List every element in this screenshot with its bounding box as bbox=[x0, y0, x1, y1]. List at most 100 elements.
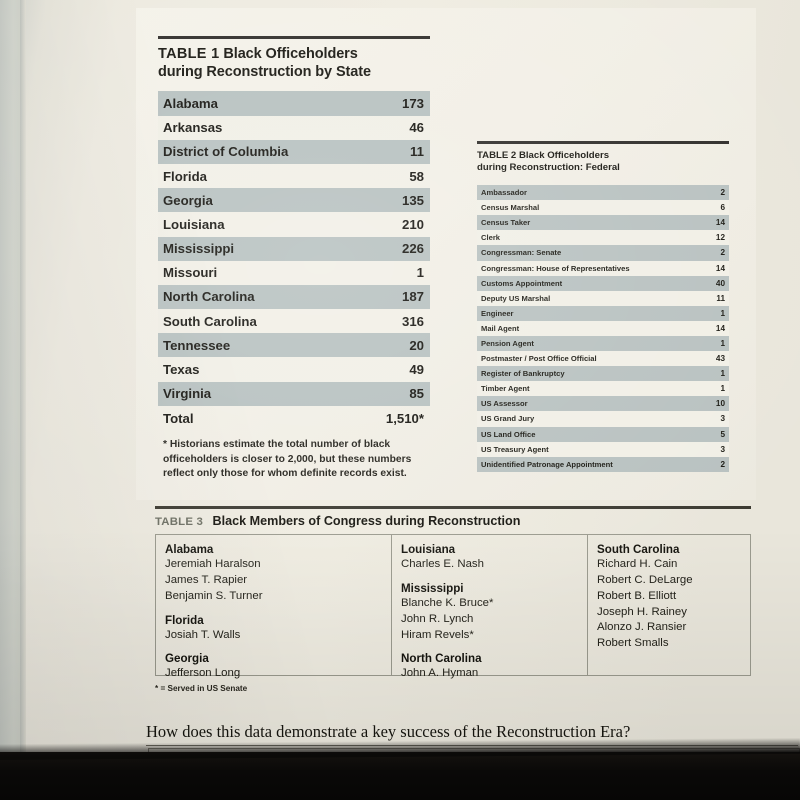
table-row: Louisiana 210 bbox=[158, 212, 430, 237]
member-name: John R. Lynch bbox=[401, 612, 474, 625]
table-1: TABLE 1 Black Officeholders during Recon… bbox=[158, 36, 430, 482]
state-name: Missouri bbox=[163, 265, 218, 281]
table-row: Mississippi 226 bbox=[158, 236, 430, 261]
table-row: Deputy US Marshal 11 bbox=[477, 290, 729, 306]
state-name: Tennessee bbox=[163, 337, 231, 353]
table-row: Pension Agent 1 bbox=[477, 335, 729, 352]
state-count: 187 bbox=[401, 289, 424, 305]
office-name: Pension Agent bbox=[481, 339, 534, 349]
state-group: Louisiana Charles E. Nash bbox=[401, 543, 587, 573]
table-row: Postmaster / Post Office Official 43 bbox=[477, 351, 729, 367]
table-row: Texas 49 bbox=[158, 357, 430, 382]
member-name: Benjamin S. Turner bbox=[165, 589, 263, 602]
member-name: Robert C. DeLarge bbox=[597, 574, 693, 587]
office-name: Mail Agent bbox=[481, 323, 520, 333]
state-name: South Carolina bbox=[163, 313, 257, 329]
state-heading: Louisiana bbox=[401, 543, 456, 557]
office-count: 2 bbox=[720, 248, 725, 258]
table-row: District of Columbia 11 bbox=[158, 139, 430, 164]
table-3-column: South Carolina Richard H. Cain Robert C. D… bbox=[588, 535, 750, 675]
office-name: Register of Bankruptcy bbox=[481, 369, 565, 379]
table-2-title-line2: during Reconstruction: Federal bbox=[477, 161, 620, 173]
table-row: Congressman: House of Representatives 14 bbox=[477, 260, 729, 276]
table-row: Florida 58 bbox=[158, 163, 430, 189]
page-left-fold bbox=[20, 0, 26, 752]
table-1-total-row: Total 1,510* bbox=[158, 407, 430, 431]
state-count: 46 bbox=[409, 120, 424, 136]
state-name: Texas bbox=[163, 362, 200, 378]
table-1-title-line1: Black Officeholders bbox=[223, 46, 358, 62]
table-row: Congressman: Senate 2 bbox=[477, 245, 729, 261]
office-name: Timber Agent bbox=[481, 384, 530, 394]
table-row: Missouri 1 bbox=[158, 260, 430, 285]
office-name: Unidentified Patronage Appointment bbox=[481, 459, 613, 469]
table-2-title-line1: Black Officeholders bbox=[518, 149, 610, 161]
member-name: Hiram Revels* bbox=[401, 628, 474, 641]
member-name: Robert B. Elliott bbox=[597, 589, 677, 602]
table-row: US Land Office 5 bbox=[477, 426, 729, 442]
office-name: Customs Appointment bbox=[481, 278, 563, 288]
table-2-label: TABLE 2 bbox=[477, 149, 517, 161]
textbook-page: TABLE 1 Black Officeholders during Recon… bbox=[0, 0, 800, 761]
table-row: Unidentified Patronage Appointment 2 bbox=[477, 456, 729, 472]
office-count: 11 bbox=[716, 293, 725, 303]
table-row: Alabama 173 bbox=[158, 91, 430, 116]
office-count: 1 bbox=[720, 339, 725, 349]
table-row: Engineer 1 bbox=[477, 305, 729, 321]
table-row: Customs Appointment 40 bbox=[477, 275, 729, 291]
office-name: US Assessor bbox=[481, 399, 528, 409]
state-group: South Carolina Richard H. Cain Robert C. D… bbox=[597, 543, 750, 651]
table-2-rows: Ambassador 2 Census Marshal 6 Census Taker 14… bbox=[477, 185, 729, 472]
office-count: 12 bbox=[715, 233, 725, 243]
table-row: Census Taker 14 bbox=[477, 215, 729, 231]
office-name: Census Taker bbox=[481, 218, 531, 228]
office-name: Postmaster / Post Office Official bbox=[481, 354, 597, 364]
table-row: US Treasury Agent 3 bbox=[477, 441, 729, 457]
table-row: South Carolina 316 bbox=[158, 309, 430, 334]
state-count: 11 bbox=[410, 144, 424, 160]
table-row: North Carolina 187 bbox=[158, 284, 430, 310]
member-name: John A. Hyman bbox=[401, 667, 479, 680]
table-row: Clerk 12 bbox=[477, 230, 729, 246]
table-row: Register of Bankruptcy 1 bbox=[477, 366, 729, 382]
member-name: Robert Smalls bbox=[597, 637, 669, 650]
member-name: Josiah T. Walls bbox=[165, 628, 241, 641]
state-heading: Georgia bbox=[165, 652, 209, 666]
table-row: Census Marshal 6 bbox=[477, 200, 729, 216]
office-name: Deputy US Marshal bbox=[481, 293, 551, 303]
state-count: 135 bbox=[401, 192, 424, 208]
state-group: Florida Josiah T. Walls bbox=[165, 614, 391, 644]
office-count: 1 bbox=[720, 369, 725, 379]
table-1-footnote: * Historians estimate the total number o… bbox=[163, 439, 412, 480]
table-row: US Assessor 10 bbox=[477, 396, 729, 412]
state-heading: Mississippi bbox=[401, 582, 464, 596]
office-count: 10 bbox=[715, 399, 725, 409]
member-name: Alonzo J. Ransier bbox=[597, 621, 687, 634]
member-name: Jefferson Long bbox=[165, 667, 241, 680]
state-group: Alabama Jeremiah Haralson James T. Rapier B… bbox=[165, 543, 391, 604]
office-name: Congressman: Senate bbox=[481, 248, 562, 258]
table-row: Timber Agent 1 bbox=[477, 381, 729, 397]
member-name: Blanche K. Bruce* bbox=[401, 597, 494, 610]
office-name: Congressman: House of Representatives bbox=[481, 263, 630, 273]
table-row: Tennessee 20 bbox=[158, 333, 430, 358]
state-count: 210 bbox=[401, 216, 424, 232]
table-3-footnote: * = Served in US Senate bbox=[155, 684, 248, 694]
table-3-heading: TABLE 3 Black Members of Congress during… bbox=[155, 514, 751, 529]
member-name: James T. Rapier bbox=[165, 574, 248, 587]
state-heading: South Carolina bbox=[597, 543, 680, 557]
table-3-column: Alabama Jeremiah Haralson James T. Rapier B… bbox=[156, 535, 392, 679]
office-name: US Grand Jury bbox=[481, 414, 535, 424]
state-name: Arkansas bbox=[163, 120, 223, 136]
table-3: TABLE 3 Black Members of Congress during… bbox=[155, 506, 751, 693]
table-row: Virginia 85 bbox=[158, 381, 430, 406]
table-1-title-line2: during Reconstruction by State bbox=[158, 63, 371, 80]
member-name: Joseph H. Rainey bbox=[597, 605, 687, 618]
state-count: 85 bbox=[409, 386, 424, 402]
state-name: Louisiana bbox=[163, 216, 225, 232]
state-group: Mississippi Blanche K. Bruce* John R. Lync… bbox=[401, 582, 587, 643]
state-heading: Florida bbox=[165, 613, 204, 627]
office-count: 14 bbox=[715, 263, 725, 273]
page-left-edge bbox=[0, 0, 22, 752]
table-1-top-rule bbox=[158, 36, 430, 39]
